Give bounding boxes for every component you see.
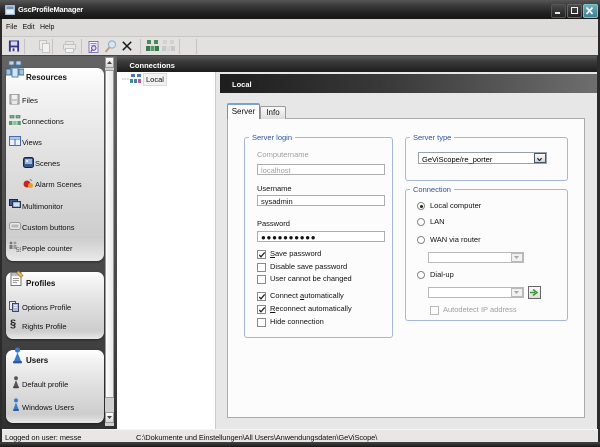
svg-text:55: 55	[16, 248, 21, 253]
